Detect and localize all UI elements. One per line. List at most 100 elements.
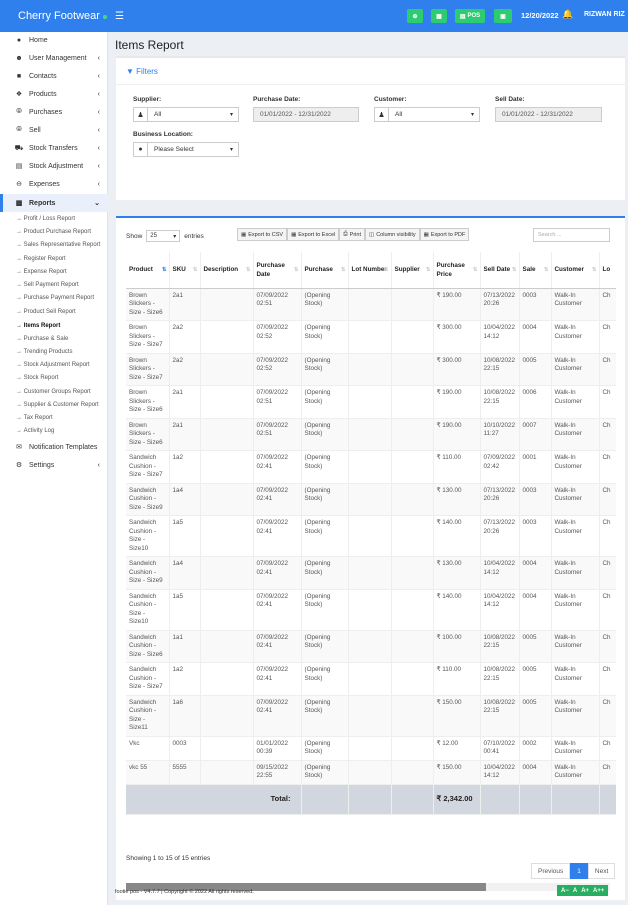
- table-scroll-area[interactable]: Product ⇅ SKU ⇅ Description ⇅ Purchase Date…: [126, 252, 616, 847]
- sidebar-subitem-product-purchase-report[interactable]: → Product Purchase Report: [0, 225, 108, 238]
- table-row[interactable]: Brown Slickers - Size - Size6 2a1 07/09/20…: [126, 288, 616, 321]
- sidebar-item-user-management[interactable]: ☻ User Management ‹: [0, 49, 108, 67]
- sidebar-item-contacts[interactable]: ■ Contacts ‹: [0, 67, 108, 85]
- chevron-left-icon: ‹: [97, 126, 100, 134]
- supplier-select[interactable]: ♟ All ▾: [133, 107, 239, 122]
- table-row[interactable]: Sandwich Cushion - Size - Size9 1a4 07/09/…: [126, 556, 616, 590]
- sidebar-subitem-sales-representative-report[interactable]: → Sales Representative Report: [0, 238, 108, 251]
- column-header-location[interactable]: Lo: [599, 252, 616, 289]
- cell-description: [200, 483, 254, 516]
- sidebar-item-stock-transfers[interactable]: ⛟ Stock Transfers ‹: [0, 139, 108, 157]
- table-row[interactable]: Brown Slickers - Size - Size6 2a1 07/09/20…: [126, 418, 616, 451]
- table-row[interactable]: Sandwich Cushion - Size - Size7 1a2 07/09/…: [126, 662, 616, 696]
- sidebar-item-notification-templates[interactable]: ✉ Notification Templates: [0, 438, 108, 456]
- sidebar-subitem-register-report[interactable]: → Register Report: [0, 252, 108, 265]
- sidebar-item-reports[interactable]: ▩ Reports ⌄: [0, 194, 108, 212]
- column-header-purchase-date[interactable]: Purchase Date ⇅: [253, 252, 302, 289]
- cell-location: Ch: [599, 450, 616, 484]
- table-row[interactable]: Brown Slickers - Size - Size7 2a2 07/09/20…: [126, 320, 616, 354]
- table-row[interactable]: Sandwich Cushion - Size - Size6 1a1 07/09/…: [126, 630, 616, 663]
- sidebar-subitem-purchase-sale[interactable]: → Purchase & Sale: [0, 332, 108, 345]
- column-header-purchase-price[interactable]: Purchase Price ⇅: [433, 252, 481, 289]
- export-pdf-button[interactable]: ▦ Export to PDF: [419, 228, 470, 241]
- cell-sell-date: 10/10/2022 11:27: [480, 418, 520, 451]
- sidebar-subitem-expense-report[interactable]: → Expense Report: [0, 265, 108, 278]
- font-decrease-button[interactable]: A−: [561, 888, 569, 894]
- sidebar-item-home[interactable]: ● Home: [0, 31, 108, 49]
- sidebar-item-label: User Management: [29, 54, 87, 62]
- customer-select[interactable]: ♟ All ▾: [374, 107, 480, 122]
- export-excel-button[interactable]: ▦ Export to Excel: [287, 228, 340, 241]
- previous-page-button[interactable]: Previous: [531, 863, 571, 879]
- table-row[interactable]: Sandwich Cushion - Size - Size7 1a2 07/09/…: [126, 450, 616, 484]
- sidebar-subitem-items-report[interactable]: → Items Report: [0, 319, 108, 332]
- page-button[interactable]: 1: [570, 863, 588, 879]
- menu-toggle-icon[interactable]: ☰: [115, 11, 124, 22]
- table-row[interactable]: Sandwich Cushion - Size - Size11 1a6 07/09…: [126, 695, 616, 737]
- cash-button[interactable]: ▣: [494, 9, 512, 23]
- add-plus-button[interactable]: ⊕: [407, 9, 423, 23]
- column-header-product[interactable]: Product ⇅: [126, 252, 170, 289]
- sidebar-subitem-purchase-payment-report[interactable]: → Purchase Payment Report: [0, 291, 108, 304]
- column-header-sku[interactable]: SKU ⇅: [169, 252, 201, 289]
- cell-description: [200, 760, 254, 785]
- cell-purchase-date: 07/09/2022 02:41: [253, 589, 302, 631]
- header-label: Lot Number: [351, 266, 387, 274]
- print-button[interactable]: ⎙ Print: [339, 228, 365, 241]
- table-row[interactable]: vkc 55 5555 09/15/2022 22:55 (Opening Stock…: [126, 760, 616, 785]
- font-increase-button[interactable]: A+: [581, 888, 589, 894]
- sidebar-subitem-sell-payment-report[interactable]: → Sell Payment Report: [0, 278, 108, 291]
- column-header-description[interactable]: Description ⇅: [200, 252, 254, 289]
- sell-date-range-input[interactable]: 01/01/2022 - 12/31/2022: [495, 107, 602, 122]
- column-header-purchase[interactable]: Purchase ⇅: [301, 252, 349, 289]
- table-row[interactable]: Brown Slickers - Size - Size6 2a1 07/09/20…: [126, 385, 616, 419]
- column-visibility-button[interactable]: ◫ Column visibility: [364, 228, 420, 241]
- brand[interactable]: Cherry Footwear: [0, 0, 108, 32]
- pos-button[interactable]: ▤ POS: [455, 9, 485, 23]
- cell-sale: 0005: [519, 630, 552, 663]
- column-header-supplier[interactable]: Supplier ⇅: [391, 252, 434, 289]
- sidebar-subitem-profit-loss-report[interactable]: → Profit / Loss Report: [0, 212, 108, 225]
- users-icon: ☻: [15, 54, 23, 62]
- cell-location: Ch: [599, 760, 616, 785]
- sidebar-subitem-product-sell-report[interactable]: → Product Sell Report: [0, 305, 108, 318]
- table-row[interactable]: Sandwich Cushion - Size - Size10 1a5 07/09…: [126, 589, 616, 631]
- cell-supplier: [391, 483, 434, 516]
- table-row[interactable]: Vkc 0003 01/01/2022 00:39 (Opening Stock) ₹ …: [126, 736, 616, 761]
- sidebar-subitem-stock-adjustment-report[interactable]: → Stock Adjustment Report: [0, 358, 108, 371]
- business-location-select[interactable]: ● Please Select ▾: [133, 142, 239, 157]
- table-search-input[interactable]: Search ...: [533, 228, 610, 242]
- bell-icon[interactable]: 🔔: [562, 9, 573, 20]
- user-menu[interactable]: RIZWAN RIZ: [584, 11, 625, 18]
- sidebar-subitem-trending-products[interactable]: → Trending Products: [0, 345, 108, 358]
- sidebar-item-expenses[interactable]: ⊖ Expenses ‹: [0, 175, 108, 193]
- purchase-date-range-input[interactable]: 01/01/2022 - 12/31/2022: [253, 107, 359, 122]
- sidebar-subitem-supplier-customer-report[interactable]: → Supplier & Customer Report: [0, 398, 108, 411]
- sidebar-item-sell[interactable]: ⦾ Sell ‹: [0, 121, 108, 139]
- font-reset-button[interactable]: A: [573, 888, 577, 894]
- sidebar-subitem-activity-log[interactable]: → Activity Log: [0, 424, 108, 437]
- column-header-customer[interactable]: Customer ⇅: [551, 252, 600, 289]
- column-header-sell-date[interactable]: Sell Date ⇅: [480, 252, 520, 289]
- table-row[interactable]: Brown Slickers - Size - Size7 2a2 07/09/20…: [126, 353, 616, 386]
- cell-sku: 1a2: [169, 662, 201, 696]
- column-header-sale[interactable]: Sale ⇅: [519, 252, 552, 289]
- sidebar-subitem-customer-groups-report[interactable]: → Customer Groups Report: [0, 385, 108, 398]
- sidebar-item-stock-adjustment[interactable]: ▤ Stock Adjustment ‹: [0, 157, 108, 175]
- entries-length-select[interactable]: 25 ▾: [146, 230, 181, 242]
- cell-purchase-date: 07/09/2022 02:41: [253, 515, 302, 557]
- next-page-button[interactable]: Next: [587, 863, 616, 879]
- sidebar-item-settings[interactable]: ⚙ Settings ‹: [0, 456, 108, 474]
- font-increase-more-button[interactable]: A++: [593, 888, 604, 894]
- table-row[interactable]: Sandwich Cushion - Size - Size9 1a4 07/09/…: [126, 483, 616, 516]
- export-csv-button[interactable]: ▦ Export to CSV: [237, 228, 288, 241]
- sidebar-item-purchases[interactable]: ⦾ Purchases ‹: [0, 103, 108, 121]
- table-row[interactable]: Sandwich Cushion - Size - Size10 1a5 07/09…: [126, 515, 616, 557]
- calculator-button[interactable]: ▦: [431, 9, 447, 23]
- sidebar-subitem-tax-report[interactable]: → Tax Report: [0, 411, 108, 424]
- sidebar-subitem-stock-report[interactable]: → Stock Report: [0, 371, 108, 384]
- cell-product: Sandwich Cushion - Size - Size10: [126, 589, 170, 631]
- sidebar-item-products[interactable]: ❖ Products ‹: [0, 85, 108, 103]
- column-header-lot-number[interactable]: Lot Number ⇅: [348, 252, 392, 289]
- filters-toggle[interactable]: ▼ Filters: [126, 67, 158, 76]
